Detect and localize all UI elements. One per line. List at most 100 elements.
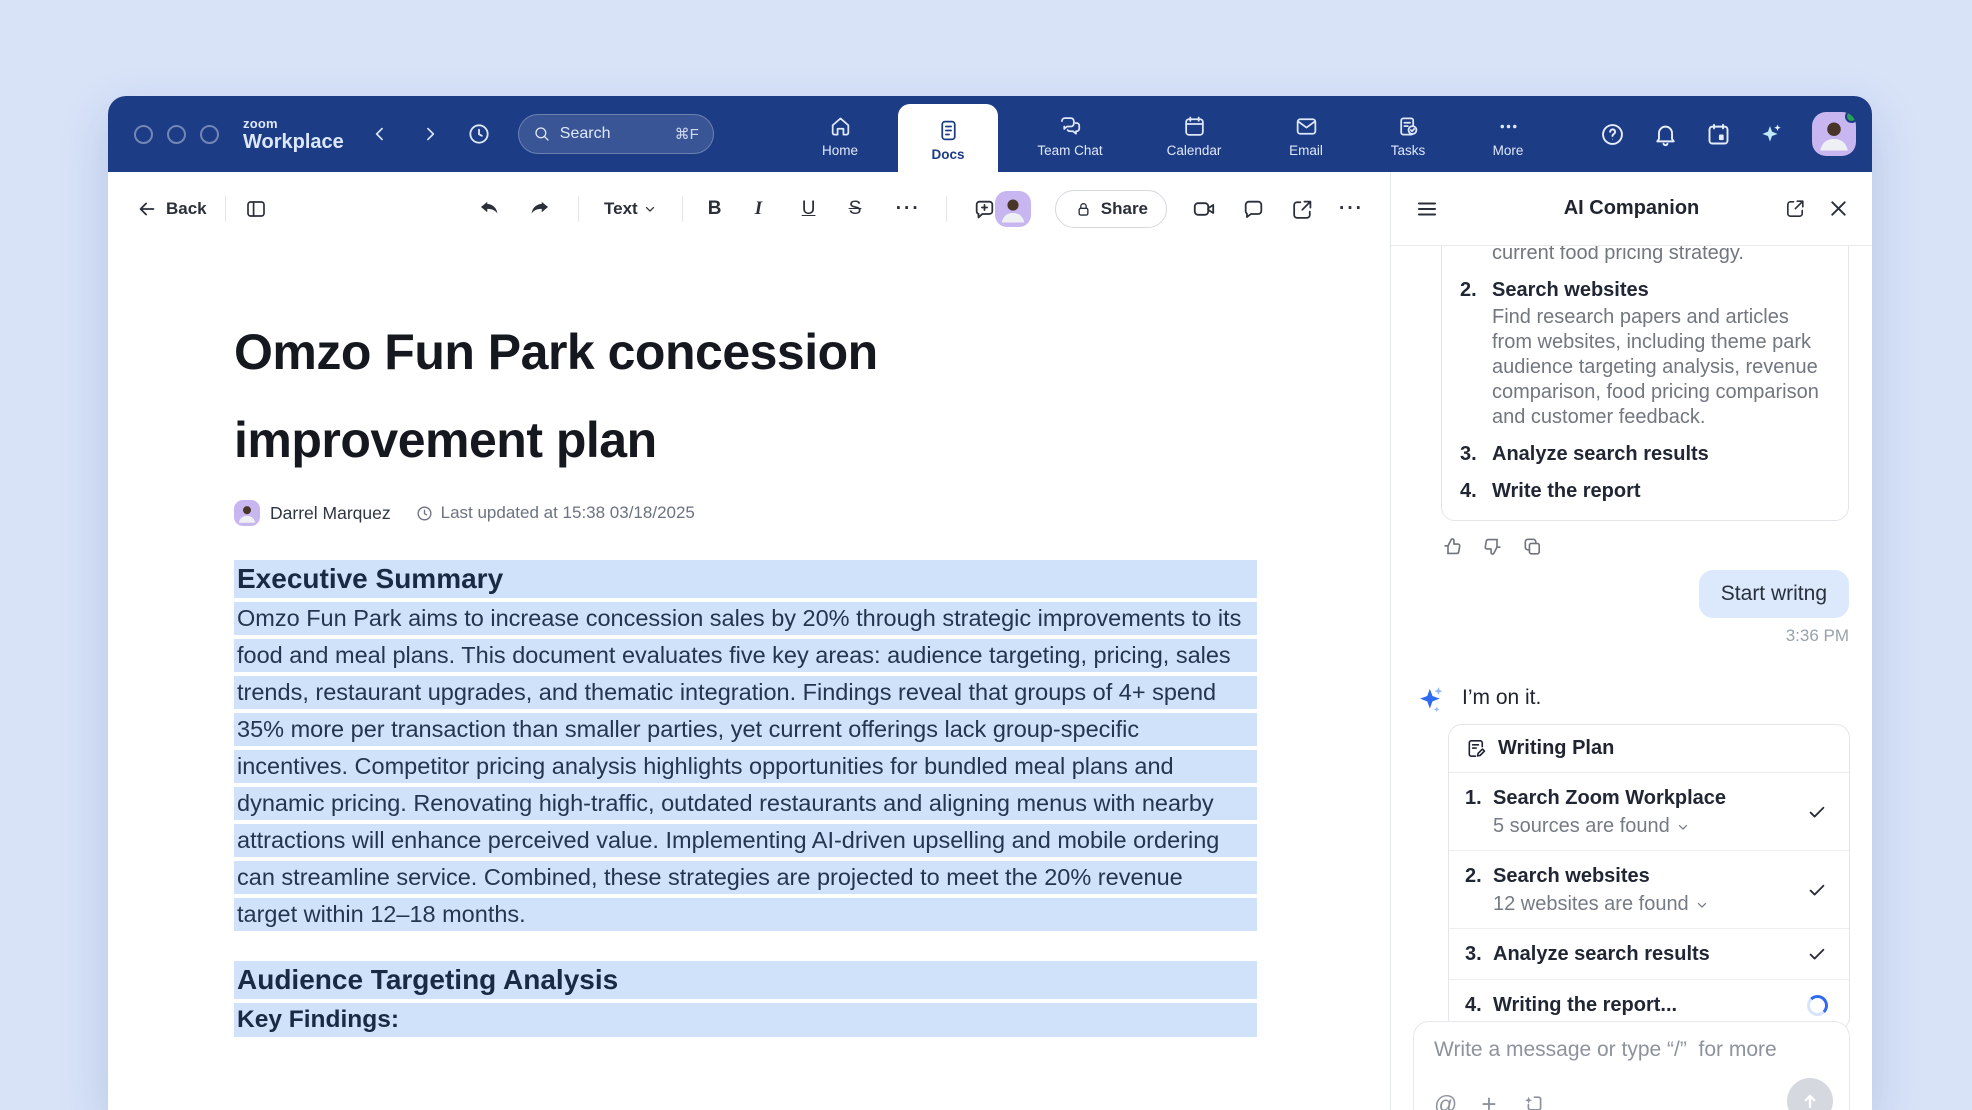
assistant-message: I’m on it. — [1462, 686, 1541, 710]
toolbar-divider — [946, 196, 947, 222]
document-body[interactable]: Omzo Fun Park concession improvement pla… — [108, 246, 1390, 1110]
tab-more[interactable]: More — [1466, 96, 1550, 172]
document-area: Back Text B I U S — [108, 172, 1390, 1110]
tab-tasks-label: Tasks — [1391, 143, 1426, 158]
nav-forward-icon[interactable] — [420, 124, 440, 144]
tab-email-label: Email — [1289, 143, 1323, 158]
docs-icon — [936, 118, 961, 143]
tab-more-label: More — [1493, 143, 1524, 158]
ai-insert-icon[interactable] — [1521, 1092, 1545, 1110]
user-avatar[interactable] — [1812, 112, 1856, 156]
tab-home[interactable]: Home — [798, 96, 882, 172]
message-composer: @ + — [1413, 1021, 1850, 1110]
plan-step-2: 2. Search websites 12 websites are found — [1449, 851, 1849, 929]
share-button[interactable]: Share — [1055, 190, 1167, 228]
toolbar-divider — [682, 196, 683, 222]
doc-line: trends, restaurant upgrades, and themati… — [234, 676, 1257, 709]
search-input[interactable]: Search ⌘F — [518, 114, 714, 154]
bold-button[interactable]: B — [708, 198, 730, 220]
lock-icon — [1074, 200, 1093, 219]
chevron-down-icon — [643, 202, 657, 216]
calendar-date-icon[interactable] — [1705, 121, 1732, 148]
section-heading-key-findings: Key Findings: — [234, 1003, 1257, 1037]
notifications-bell-icon[interactable] — [1652, 121, 1679, 148]
top-navbar: zoom Workplace Search ⌘F Home Docs Team — [108, 96, 1872, 172]
user-message-bubble: Start writng — [1699, 570, 1849, 618]
step-title: Search Zoom Workplace — [1493, 787, 1726, 809]
doc-line: incentives. Competitor pricing analysis … — [234, 750, 1257, 783]
chat-icon[interactable] — [1241, 197, 1266, 222]
mention-icon[interactable]: @ — [1434, 1093, 1457, 1110]
message-input[interactable] — [1434, 1038, 1829, 1062]
minimize-window-button[interactable] — [167, 125, 186, 144]
doc-line: Omzo Fun Park aims to increase concessio… — [234, 602, 1257, 635]
popout-icon[interactable] — [1784, 197, 1807, 220]
nav-tabs: Home Docs Team Chat Calendar Email Tasks — [798, 96, 1550, 172]
step-number: 3. — [1465, 941, 1493, 967]
tab-tasks[interactable]: Tasks — [1366, 96, 1450, 172]
open-external-icon[interactable] — [1290, 197, 1315, 222]
step-title: Analyze search results — [1493, 941, 1710, 967]
collaborator-avatar[interactable] — [995, 191, 1031, 227]
panel-toggle-icon[interactable] — [244, 197, 268, 221]
step-sub-label: 5 sources are found — [1493, 815, 1670, 838]
thumbs-down-icon[interactable] — [1481, 535, 1504, 558]
underline-button[interactable]: U — [802, 198, 824, 220]
search-placeholder: Search — [560, 125, 666, 143]
section-heading-audience-targeting: Audience Targeting Analysis — [234, 961, 1257, 999]
tab-email[interactable]: Email — [1262, 96, 1350, 172]
ai-conversation[interactable]: current food pricing strategy. 2. Search… — [1391, 246, 1872, 1110]
strikethrough-button[interactable]: S — [849, 198, 871, 220]
team-chat-icon — [1058, 114, 1083, 139]
text-style-label: Text — [604, 199, 638, 219]
tab-docs[interactable]: Docs — [898, 104, 998, 172]
plan-preview-card: current food pricing strategy. 2. Search… — [1441, 246, 1849, 521]
italic-button[interactable]: I — [755, 198, 777, 220]
thumbs-up-icon[interactable] — [1441, 535, 1464, 558]
highlighted-content: Executive Summary Omzo Fun Park aims to … — [234, 560, 1257, 1037]
undo-button[interactable] — [476, 196, 502, 222]
close-icon[interactable] — [1827, 197, 1850, 220]
step-sources-toggle[interactable]: 12 websites are found — [1493, 893, 1709, 916]
add-comment-icon[interactable] — [972, 197, 997, 222]
home-icon — [828, 114, 853, 139]
nav-back-icon[interactable] — [370, 124, 390, 144]
text-style-dropdown[interactable]: Text — [604, 199, 657, 219]
step-title: Write the report — [1492, 478, 1641, 504]
copy-icon[interactable] — [1521, 535, 1544, 558]
logo-line-zoom: zoom — [243, 117, 344, 130]
doc-line: dynamic pricing. Renovating high-traffic… — [234, 787, 1257, 820]
tab-calendar[interactable]: Calendar — [1142, 96, 1246, 172]
last-updated: Last updated at 15:38 03/18/2025 — [441, 503, 695, 523]
toolbar-divider — [578, 196, 579, 222]
assistant-message-row: I’m on it. — [1415, 682, 1872, 714]
send-button[interactable] — [1787, 1078, 1833, 1110]
history-icon[interactable] — [466, 121, 492, 147]
hamburger-menu-icon[interactable] — [1415, 197, 1439, 221]
ai-panel-header: AI Companion — [1391, 172, 1872, 246]
page-title: Omzo Fun Park concession improvement pla… — [234, 308, 1074, 484]
redo-button[interactable] — [527, 196, 553, 222]
search-shortcut: ⌘F — [675, 125, 699, 143]
maximize-window-button[interactable] — [200, 125, 219, 144]
online-status-dot — [1845, 112, 1856, 123]
tab-team-chat[interactable]: Team Chat — [1014, 96, 1126, 172]
back-button[interactable]: Back — [136, 198, 207, 220]
back-label: Back — [166, 199, 207, 219]
step-sub-label: 12 websites are found — [1493, 893, 1689, 916]
help-icon[interactable] — [1599, 121, 1626, 148]
close-window-button[interactable] — [134, 125, 153, 144]
more-formatting-button[interactable]: ··· — [896, 198, 921, 220]
nav-utilities — [1599, 96, 1856, 172]
plan-preview-item: 3. Analyze search results — [1460, 441, 1830, 467]
video-icon[interactable] — [1191, 196, 1217, 222]
step-sources-toggle[interactable]: 5 sources are found — [1493, 815, 1726, 838]
more-options-button[interactable]: ··· — [1339, 198, 1364, 220]
ai-sparkle-icon[interactable] — [1758, 120, 1786, 148]
app-window: zoom Workplace Search ⌘F Home Docs Team — [108, 96, 1872, 1110]
clock-icon — [415, 504, 434, 523]
tab-calendar-label: Calendar — [1167, 143, 1222, 158]
doc-line: food and meal plans. This document evalu… — [234, 639, 1257, 672]
add-attachment-icon[interactable]: + — [1481, 1093, 1496, 1110]
doc-line: attractions will enhance perceived value… — [234, 824, 1257, 857]
